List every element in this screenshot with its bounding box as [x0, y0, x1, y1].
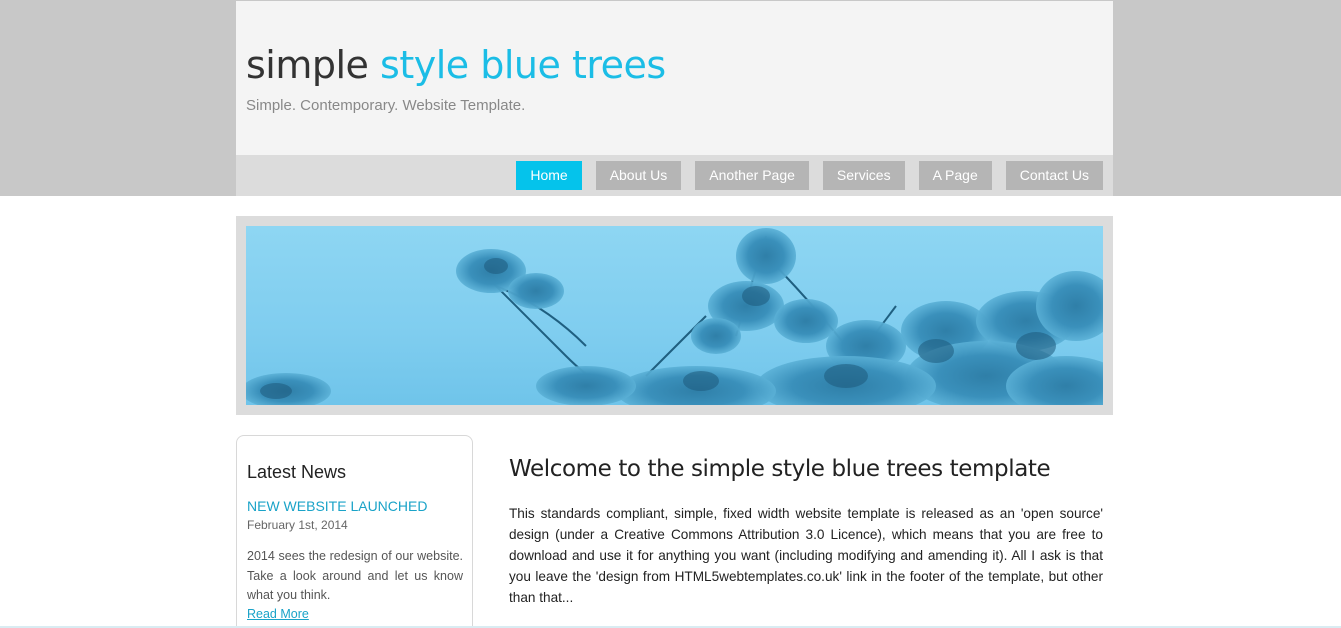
logo-text-dark: simple: [246, 43, 369, 87]
nav-item-a-page[interactable]: A Page: [918, 161, 992, 190]
intro-paragraph: This standards compliant, simple, fixed …: [509, 506, 1103, 605]
nav-menu: Home About Us Another Page Services A Pa…: [516, 161, 1103, 190]
nav-item-contact-us[interactable]: Contact Us: [1005, 161, 1103, 190]
nav-item-services[interactable]: Services: [822, 161, 905, 190]
news-item-date: February 1st, 2014: [247, 518, 348, 532]
nav-item-about-us[interactable]: About Us: [595, 161, 682, 190]
site-header: simple style blue trees Simple. Contempo…: [236, 1, 1113, 155]
site-logo[interactable]: simple style blue trees: [246, 43, 666, 87]
news-item-title: NEW WEBSITE LAUNCHED: [247, 498, 428, 514]
nav-item-home[interactable]: Home: [516, 161, 582, 190]
nav-item-another-page[interactable]: Another Page: [695, 161, 809, 190]
latest-news-sidebar: Latest News NEW WEBSITE LAUNCHED Februar…: [236, 435, 473, 628]
sidebar-heading: Latest News: [247, 462, 347, 482]
main-navigation: Home About Us Another Page Services A Pa…: [236, 155, 1113, 196]
banner-image-blue-trees: [246, 226, 1103, 405]
banner-frame: [236, 216, 1113, 415]
site-tagline: Simple. Contemporary. Website Template.: [246, 97, 526, 114]
tree-illustration: [246, 228, 1103, 405]
logo-text-accent: style blue trees: [380, 43, 666, 87]
news-item-text: 2014 sees the redesign of our website. T…: [247, 549, 463, 602]
read-more-link[interactable]: Read More: [247, 607, 309, 621]
page-title: Welcome to the simple style blue trees t…: [509, 456, 1051, 482]
